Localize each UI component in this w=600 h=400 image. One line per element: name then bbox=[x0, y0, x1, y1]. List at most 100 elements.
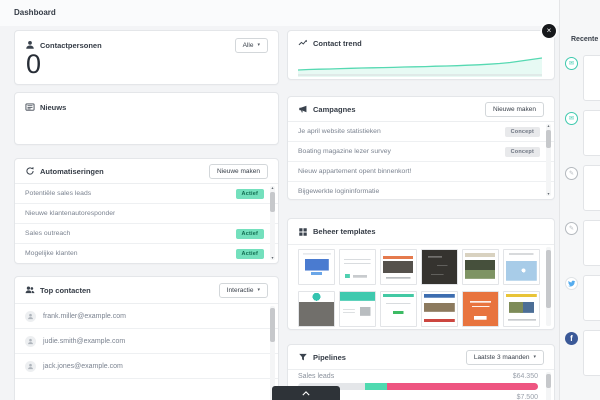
template-thumbnail-teal-bar-green-button[interactable] bbox=[380, 291, 417, 327]
template-thumbnail-text-list[interactable] bbox=[339, 249, 376, 285]
contact-email: jack.jones@example.com bbox=[43, 362, 123, 370]
scroll-up-icon[interactable]: ▲ bbox=[270, 186, 275, 190]
feed-card[interactable] bbox=[583, 165, 600, 211]
list-item[interactable]: Je april website statistieken Concept bbox=[288, 122, 554, 142]
pipeline-bar-segment bbox=[365, 383, 387, 390]
trend-icon bbox=[298, 38, 308, 48]
grid-icon bbox=[298, 227, 308, 237]
contacts-count: 0 bbox=[26, 49, 42, 79]
scroll-down-icon[interactable]: ▼ bbox=[270, 256, 275, 260]
note-icon[interactable]: ✎ bbox=[565, 222, 578, 235]
feed-card[interactable] bbox=[583, 55, 600, 101]
list-item[interactable]: Bijgewerkte logininformatie bbox=[288, 182, 554, 199]
status-badge: Actief bbox=[235, 248, 264, 259]
template-thumbnail-blue-header-photo[interactable] bbox=[421, 291, 458, 327]
megaphone-icon bbox=[298, 104, 308, 114]
sidebar-title: Recente activiteit bbox=[571, 36, 600, 43]
pipeline-value: $7.500 bbox=[516, 394, 538, 400]
list-item[interactable]: Nieuw appartement opent binnenkort! bbox=[288, 162, 554, 182]
new-automation-button[interactable]: Nieuwe maken bbox=[209, 163, 268, 179]
contact-row[interactable]: frank.miller@example.com bbox=[15, 304, 278, 329]
campaign-email-icon[interactable]: ✉ bbox=[565, 57, 578, 70]
list-item-label: Potentiële sales leads bbox=[25, 190, 92, 197]
note-icon[interactable]: ✎ bbox=[565, 167, 578, 180]
list-item[interactable]: Mogelijke klanten Actief bbox=[15, 244, 278, 263]
list-item-label: Je april website statistieken bbox=[298, 128, 381, 135]
template-thumbnail-orange-promo[interactable] bbox=[462, 291, 499, 327]
card-title: Nieuws bbox=[40, 102, 67, 112]
status-badge: Concept bbox=[504, 126, 540, 137]
feed-item: ✎ bbox=[565, 165, 600, 211]
scrollbar-thumb[interactable] bbox=[546, 130, 551, 148]
top-contacts-list: frank.miller@example.com judie.smith@exam… bbox=[15, 304, 278, 379]
template-thumbnail-nature-green[interactable] bbox=[462, 249, 499, 285]
card-title: Campagnes bbox=[313, 104, 356, 114]
contact-trend-chart bbox=[297, 51, 543, 77]
list-item-label: Nieuwe klantenautoresponder bbox=[25, 210, 116, 217]
template-thumbnails-row bbox=[288, 291, 550, 327]
card-top-contacten: Top contacten Interactie ▾ frank.miller@… bbox=[14, 276, 279, 400]
campaign-email-icon[interactable]: ✉ bbox=[565, 112, 578, 125]
template-thumbnail-teal-header[interactable] bbox=[339, 291, 376, 327]
card-title: Contact trend bbox=[313, 38, 362, 48]
template-thumbnail-yellow-news[interactable] bbox=[503, 291, 540, 327]
list-item-label: Mogelijke klanten bbox=[25, 250, 78, 257]
avatar-icon bbox=[25, 335, 36, 347]
list-item[interactable]: Sales outreach Actief bbox=[15, 224, 278, 244]
template-thumbnail-laptop-blue[interactable] bbox=[298, 249, 335, 285]
feed-item: ✉ bbox=[565, 110, 600, 156]
top-contacts-filter-dropdown[interactable]: Interactie ▾ bbox=[218, 282, 268, 298]
collapse-tab-button[interactable] bbox=[272, 386, 340, 400]
card-nieuws: Nieuws bbox=[14, 92, 279, 145]
status-badge: Actief bbox=[235, 228, 264, 239]
avatar-icon bbox=[25, 310, 36, 322]
scroll-down-icon[interactable]: ▼ bbox=[546, 192, 551, 196]
list-item-label: Sales outreach bbox=[25, 230, 71, 237]
scrollbar-thumb[interactable] bbox=[270, 192, 275, 212]
template-thumbnail-photo-orange-band[interactable] bbox=[380, 249, 417, 285]
scrollbar[interactable]: ▲ ▼ bbox=[270, 186, 275, 260]
page-title: Dashboard bbox=[14, 8, 56, 17]
scrollbar-thumb[interactable] bbox=[546, 250, 551, 308]
card-campagnes: Campagnes Nieuwe maken Je april website … bbox=[287, 96, 555, 200]
facebook-icon[interactable]: f bbox=[565, 332, 578, 345]
scrollbar[interactable]: ▲ ▼ bbox=[546, 124, 551, 196]
twitter-icon[interactable] bbox=[565, 277, 578, 290]
status-badge: Concept bbox=[504, 146, 540, 157]
card-title: Pipelines bbox=[313, 352, 346, 362]
dropdown-value: Alle bbox=[242, 41, 254, 49]
template-thumbnail-sky-blue[interactable] bbox=[503, 249, 540, 285]
pipelines-period-dropdown[interactable]: Laatste 3 maanden ▾ bbox=[465, 349, 544, 365]
new-campaign-button[interactable]: Nieuwe maken bbox=[485, 101, 544, 117]
feed-card[interactable] bbox=[583, 110, 600, 156]
funnel-icon bbox=[298, 352, 308, 362]
list-item[interactable]: Potentiële sales leads Actief bbox=[15, 184, 278, 204]
scroll-up-icon[interactable]: ▲ bbox=[546, 124, 551, 128]
template-thumbnail-portrait-teal-badge[interactable] bbox=[298, 291, 335, 327]
contacts-filter-dropdown[interactable]: Alle ▾ bbox=[234, 37, 268, 53]
scrollbar[interactable] bbox=[546, 247, 551, 326]
scrollbar[interactable] bbox=[546, 372, 551, 400]
automations-list: Potentiële sales leads Actief Nieuwe klant… bbox=[15, 184, 278, 263]
list-item-label: Bijgewerkte logininformatie bbox=[298, 188, 380, 195]
card-templates: Beheer templates bbox=[287, 218, 555, 330]
refresh-icon bbox=[25, 166, 35, 176]
card-title: Top contacten bbox=[40, 285, 91, 295]
chevron-up-icon bbox=[302, 390, 310, 396]
feed-card[interactable] bbox=[583, 330, 600, 376]
list-item[interactable]: Boating magazine lezer survey Concept bbox=[288, 142, 554, 162]
contact-row[interactable]: judie.smith@example.com bbox=[15, 329, 278, 354]
scrollbar-thumb[interactable] bbox=[546, 374, 551, 388]
close-icon[interactable]: × bbox=[542, 24, 556, 38]
feed-card[interactable] bbox=[583, 220, 600, 266]
status-badge: Actief bbox=[235, 188, 264, 199]
scrollbar-thumb[interactable] bbox=[270, 308, 275, 342]
list-item[interactable]: Nieuwe klantenautoresponder bbox=[15, 204, 278, 224]
feed-card[interactable] bbox=[583, 275, 600, 321]
contact-row[interactable]: jack.jones@example.com bbox=[15, 354, 278, 379]
top-strip bbox=[0, 0, 600, 26]
card-contact-trend: Contact trend bbox=[287, 30, 555, 80]
contact-email: frank.miller@example.com bbox=[43, 312, 126, 320]
avatar-icon bbox=[25, 360, 36, 372]
template-thumbnail-dark-collage[interactable] bbox=[421, 249, 458, 285]
